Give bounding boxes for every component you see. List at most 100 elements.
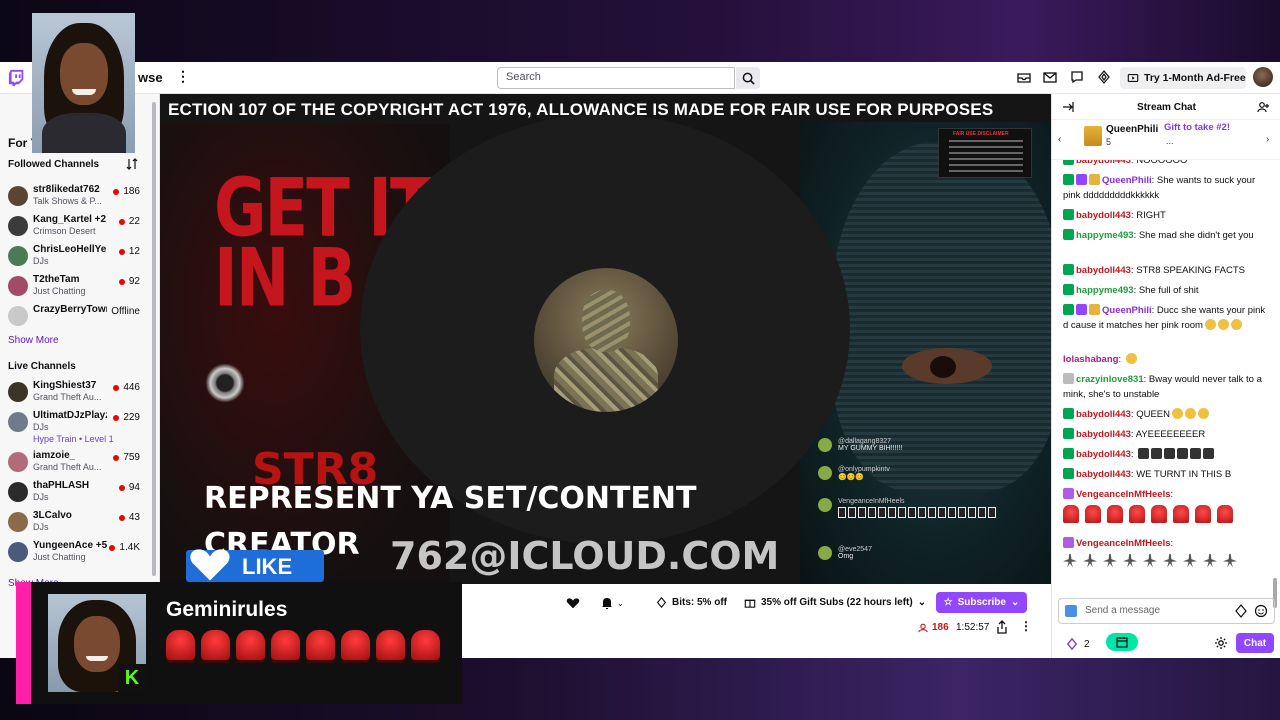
bits-cheer-icon[interactable] [1234,604,1248,618]
gift-subs-offer[interactable]: 35% off Gift Subs (22 hours left) ⌄ [744,592,926,612]
chat-username[interactable]: QueenPhili [1102,305,1152,316]
whispers-icon[interactable] [1070,70,1084,84]
sidebar-channel-item[interactable]: YungeenAce +5 Just Chatting 1.4K [0,538,152,566]
user-avatar[interactable] [1253,67,1273,87]
gift-action[interactable]: Gift to take #2! [1164,122,1230,133]
chevron-right-icon[interactable]: › [1266,134,1269,145]
browse-link[interactable]: wse [138,70,163,85]
sidebar-scrollbar[interactable] [152,102,156,576]
chat-message: babydoll443: NOOOOOO [1063,160,1267,169]
channel-avatar [8,542,28,562]
gift-box-icon [1084,126,1102,146]
person-icon [918,623,928,632]
webcam-smile [72,89,96,95]
chat-username[interactable]: QueenPhili [1102,175,1152,186]
users-icon[interactable] [1257,101,1269,113]
chat-username[interactable]: babydoll443 [1076,429,1131,440]
viewer-count-value: 759 [123,452,140,463]
glyph-box [858,507,866,518]
sidebar-channel-item[interactable]: 3LCalvo DJs 43 [0,508,152,536]
messages-icon[interactable] [1043,70,1057,84]
bullet-hole-icon [202,360,248,406]
show-more-followed[interactable]: Show More [8,335,59,346]
chat-username[interactable]: happyme493 [1076,230,1134,241]
sidebar-channel-item[interactable]: Kang_Kartel +2 Crimson Desert 22 [0,212,152,240]
notifications-button[interactable]: ⌄ [600,594,630,612]
stream-uptime: 1:52:57 [956,622,990,633]
poster-text-line-2: IN B [214,232,356,326]
ad-free-button[interactable]: Try 1-Month Ad-Free [1120,67,1246,89]
chat-message: happyme493: She mad she didn't get you [1063,229,1267,244]
inbox-icon[interactable] [1017,70,1031,84]
like-banner: LIKE [186,549,324,582]
glyph-box [948,507,956,518]
channel-avatar [8,452,28,472]
channel-points[interactable]: 2 [1066,638,1090,650]
chat-badge-icon[interactable] [1065,605,1077,617]
dancer-emote-icon [1203,553,1217,568]
channel-category: DJs [33,422,49,432]
siren-icon [341,630,370,660]
share-icon[interactable] [996,620,1008,634]
alert-bell-row [166,630,440,660]
emote-picker-icon[interactable] [1254,604,1268,618]
chat-text: AYEEEEEEEER [1135,429,1206,440]
emote-icon [1203,448,1215,459]
chat-username[interactable]: lolashabang [1063,354,1118,365]
gear-icon[interactable] [1214,636,1228,650]
sidebar-channel-item[interactable]: KingShiest37 Grand Theft Au... 446 [0,378,152,406]
chat-badge-icon [1063,229,1074,240]
sidebar-channel-item[interactable]: UltimatDJzPlayz DJs 229 Hype Train • Level … [0,408,152,444]
viewer-count-value: 229 [123,412,140,423]
channel-category: DJs [33,492,49,502]
sort-icon[interactable] [126,158,138,170]
sidebar-channel-item[interactable]: ChrisLeoHellYe... DJs 12 [0,242,152,270]
sidebar-channel-item[interactable]: CrazyBerryTown Offline [0,302,152,330]
chat-username[interactable]: crazyinlove831 [1076,374,1144,385]
camo-jacket [554,348,658,412]
chat-username[interactable]: babydoll443 [1076,469,1131,480]
predictions-button[interactable] [1106,633,1138,651]
more-options-icon[interactable]: ⋮ [1020,619,1032,633]
twitch-window: wse ⋮ Search Try 1-Month Ad-Free For Y F… [0,62,1280,658]
siren-icon [166,630,195,660]
siren-icon [236,630,265,660]
overlay-chat-message: @eve2547 Omg [818,546,1020,560]
sidebar-channel-item[interactable]: iamzoie_ Grand Theft Au... 759 [0,448,152,476]
sidebar-channel-item[interactable]: T2theTam Just Chatting 92 [0,272,152,300]
chat-badge-icon [1063,264,1074,275]
chat-username[interactable]: happyme493 [1076,285,1134,296]
channel-name: KingShiest37 [33,380,97,391]
dancer-emote-icon [1143,553,1157,568]
chat-username[interactable]: babydoll443 [1076,449,1131,460]
chevron-down-icon: ⌄ [1010,597,1020,608]
gift-subs-label: 35% off Gift Subs (22 hours left) [761,596,913,608]
twitch-logo-icon[interactable] [8,69,26,87]
bits-offer[interactable]: Bits: 5% off [656,592,727,612]
chat-username[interactable]: VengeanceInMfHeels [1076,489,1171,500]
chat-username[interactable]: babydoll443 [1076,409,1131,420]
overlay-chat-message: VengeanceInMfHeels [818,498,1020,518]
chat-username[interactable]: babydoll443 [1076,210,1131,221]
chat-message: VengeanceInMfHeels: [1063,488,1267,523]
viewer-count: 94 [118,482,140,493]
chat-username[interactable]: babydoll443 [1076,160,1131,166]
video-player[interactable]: GET IT IN B STR8 FAIR USE DISCLAIMER ECTI… [160,94,1051,584]
chevron-left-icon[interactable]: ‹ [1058,134,1061,145]
bits-icon[interactable] [1097,70,1111,84]
subscribe-button[interactable]: ☆ Subscribe ⌄ [936,592,1027,613]
more-menu-icon[interactable]: ⋮ [176,68,190,85]
viewer-count: 759 [113,452,140,463]
send-chat-button[interactable]: Chat [1236,633,1274,653]
sidebar-channel-item[interactable]: thaPHLASH DJs 94 [0,478,152,506]
search-input[interactable]: Search [497,67,735,89]
follow-heart-icon[interactable] [566,596,580,610]
viewer-count-value: Offline [111,306,140,317]
emote-icon [1198,408,1209,419]
viewer-count: 186 [918,622,949,633]
search-button[interactable] [736,67,760,89]
viewer-count-value: 12 [128,246,140,257]
chat-username[interactable]: babydoll443 [1076,265,1131,276]
chat-username[interactable]: VengeanceInMfHeels [1076,538,1171,549]
sidebar-channel-item[interactable]: str8likedat762 Talk Shows & P... 186 [0,182,152,210]
